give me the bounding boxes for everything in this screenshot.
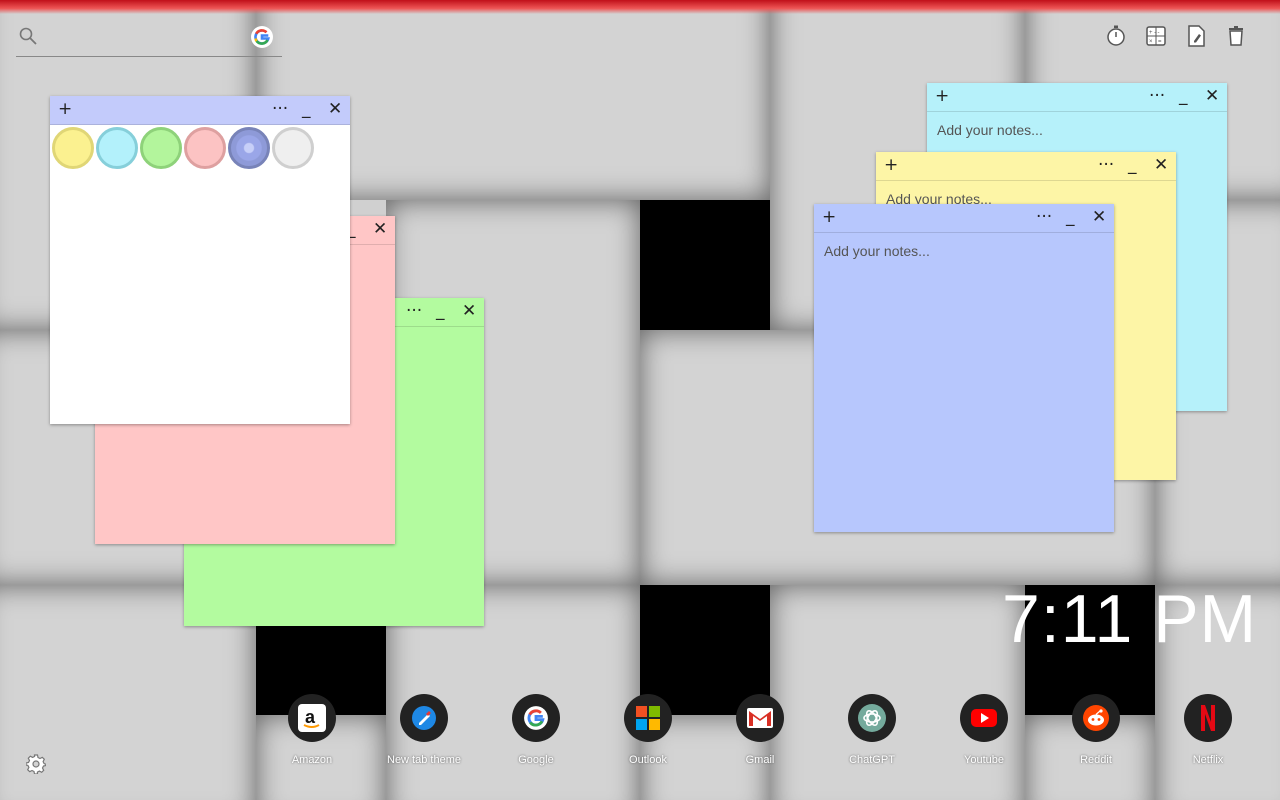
shortcut-gmail[interactable]: Gmail [704,694,816,774]
search-input[interactable] [44,26,258,52]
note-header: + ··· _ ✕ [876,152,1176,181]
add-note-icon[interactable]: + [58,99,72,119]
shortcut-label: ChatGPT [849,754,895,766]
close-icon[interactable]: ✕ [462,301,476,321]
edit-document-icon[interactable] [1176,24,1216,48]
note-header: + ··· _ ✕ [814,204,1114,233]
shortcut-google[interactable]: Google [480,694,592,774]
pink-swatch[interactable] [184,127,226,169]
shortcut-label: Netflix [1192,754,1224,766]
minimize-icon[interactable]: _ [436,301,445,321]
close-icon[interactable]: ✕ [1154,155,1168,175]
youtube-icon [960,694,1008,742]
close-icon[interactable]: ✕ [1092,207,1106,227]
add-note-icon[interactable]: + [884,155,898,175]
shortcut-netflix[interactable]: Netflix [1152,694,1264,774]
minimize-icon[interactable]: _ [302,99,311,119]
note-header: + ··· _ ✕ [50,96,350,125]
minimize-icon[interactable]: _ [1066,207,1075,227]
yellow-swatch[interactable] [52,127,94,169]
more-options-icon[interactable]: ··· [1149,86,1165,106]
shortcut-label: Outlook [629,754,667,766]
shortcut-label: Gmail [745,754,775,766]
chatgpt-icon [848,694,896,742]
note-text[interactable]: Add your notes... [927,112,1227,148]
shortcut-label: Amazon [291,754,333,766]
color-picker [50,125,350,169]
shortcut-label: Reddit [1080,754,1112,766]
more-options-icon[interactable]: ··· [272,99,288,119]
shortcut-label: Google [518,754,554,766]
clock: 7:11 PM [1002,581,1258,657]
outlook-icon [624,694,672,742]
white-swatch[interactable] [272,127,314,169]
reddit-icon [1072,694,1120,742]
amazon-icon: a [288,694,336,742]
shortcut-outlook[interactable]: Outlook [592,694,704,774]
search-icon[interactable] [18,26,38,46]
add-note-icon[interactable]: + [822,207,836,227]
app-dock: a Amazon New tab theme Google Outlook Gm… [256,694,1280,774]
close-icon[interactable]: ✕ [328,99,342,119]
close-icon[interactable]: ✕ [373,219,387,239]
toolbar: + - - × = [1096,24,1256,48]
shortcut-new-tab-theme[interactable]: New tab theme [368,694,480,774]
search-bar [16,22,282,57]
svg-text:×: × [1149,39,1153,45]
netflix-icon [1184,694,1232,742]
minimize-icon[interactable]: _ [1179,86,1188,106]
shortcut-label: New tab theme [387,754,461,766]
svg-text:a: a [305,707,316,727]
settings-gear-icon[interactable] [26,754,46,774]
gmail-icon [736,694,784,742]
blue-swatch[interactable] [228,127,270,169]
sticky-note-white[interactable]: + ··· _ ✕ [50,96,350,424]
shortcut-reddit[interactable]: Reddit [1040,694,1152,774]
svg-text:-: - [1158,30,1160,36]
note-header: + ··· _ ✕ [927,83,1227,112]
more-options-icon[interactable]: ··· [1036,207,1052,227]
add-note-icon[interactable]: + [935,86,949,106]
more-options-icon[interactable]: ··· [1098,155,1114,175]
close-icon[interactable]: ✕ [1205,86,1219,106]
shortcut-label: Youtube [964,754,1004,766]
minimize-icon[interactable]: _ [1128,155,1137,175]
note-text[interactable]: Add your notes... [814,233,1114,269]
calculator-icon[interactable]: + - - × = [1136,24,1176,48]
cyan-swatch[interactable] [96,127,138,169]
stopwatch-icon[interactable] [1096,24,1136,48]
google-icon [512,694,560,742]
svg-text:=: = [1158,39,1162,45]
green-swatch[interactable] [140,127,182,169]
shortcut-amazon[interactable]: a Amazon [256,694,368,774]
svg-text:+ -: + - [1149,30,1156,36]
shortcut-youtube[interactable]: Youtube [928,694,1040,774]
new-tab-theme-icon [400,694,448,742]
shortcut-chatgpt[interactable]: ChatGPT [816,694,928,774]
trash-icon[interactable] [1216,24,1256,48]
sticky-note-blue[interactable]: + ··· _ ✕ Add your notes... [814,204,1114,532]
more-options-icon[interactable]: ··· [406,301,422,321]
google-search-icon[interactable] [250,25,274,49]
